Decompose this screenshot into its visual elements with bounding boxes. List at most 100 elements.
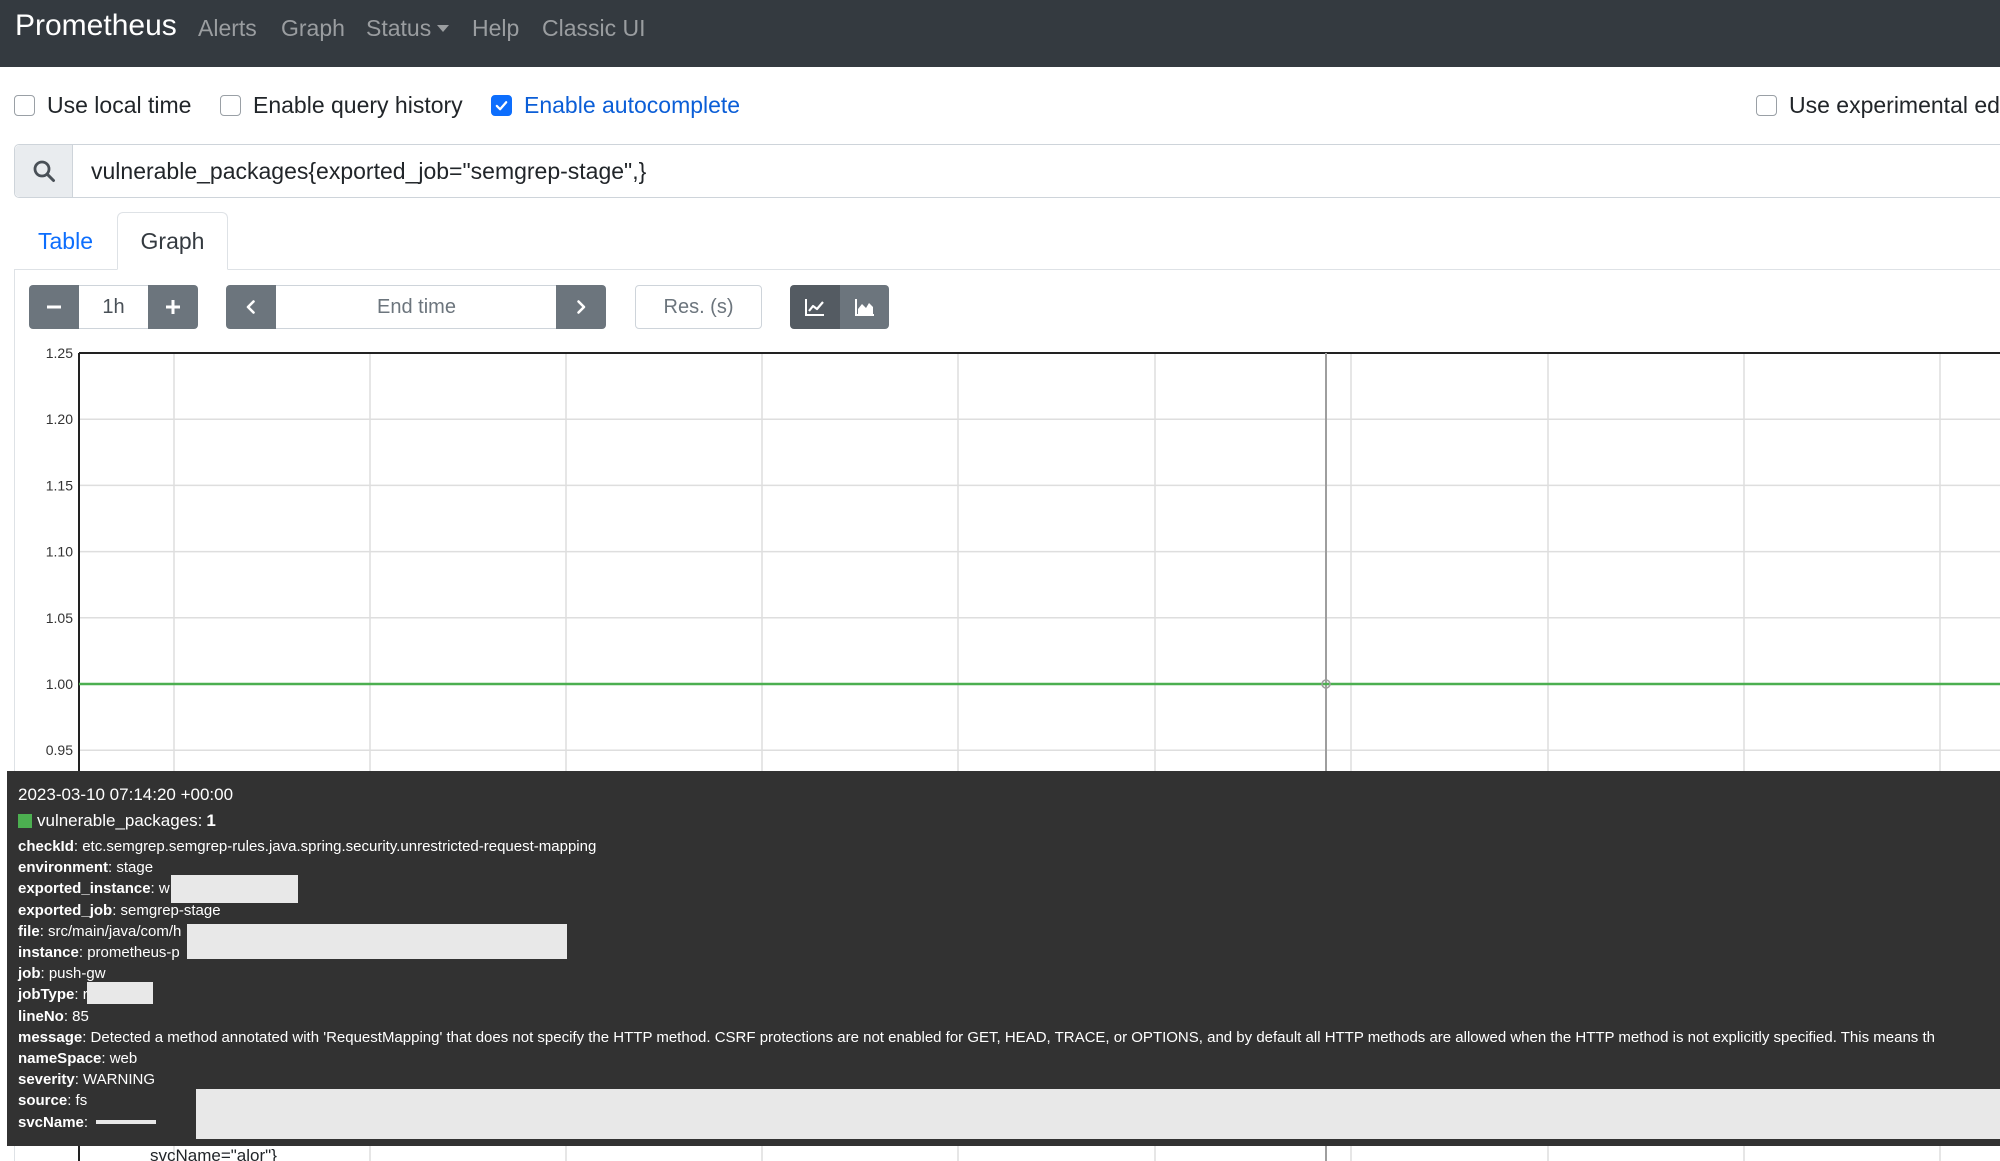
tooltip-label-key: exported_instance <box>18 880 151 898</box>
tooltip-label-value: : prometheus-p <box>78 944 180 961</box>
tooltip-label-svcname: svcName: <box>18 1113 88 1132</box>
redacted-block <box>87 982 153 1004</box>
option-use-local-time[interactable]: Use local time <box>14 90 191 120</box>
tooltip-label-value: : WARNING <box>74 1071 155 1089</box>
y-tick-label: 1.10 <box>46 544 73 560</box>
chevron-down-icon <box>437 25 450 32</box>
search-icon-addon <box>15 145 73 197</box>
chevron-right-icon <box>577 300 586 314</box>
tooltip-label-value: : etc.semgrep.semgrep-rules.java.spring.… <box>73 838 597 855</box>
tooltip-label-exported_job: exported_job: semgrep-stage <box>18 901 221 920</box>
resolution-input[interactable]: Res. (s) <box>635 285 762 329</box>
redacted-block <box>196 1089 2000 1139</box>
top-navbar: Prometheus Alerts Graph Status Help Clas… <box>0 0 2000 67</box>
tooltip-label-key: severity <box>18 1071 75 1089</box>
tooltip-label-severity: severity: WARNING <box>18 1070 155 1089</box>
tooltip-label-file: file: src/main/java/com/h <box>18 922 181 941</box>
tooltip-label-environment: environment: stage <box>18 858 153 877</box>
search-icon <box>33 160 55 182</box>
option-label: Use local time <box>47 91 192 118</box>
tab-graph[interactable]: Graph <box>117 212 228 270</box>
tooltip-label-key: checkId <box>18 838 74 855</box>
chevron-left-icon <box>246 300 255 314</box>
series-layer <box>79 679 2000 689</box>
tooltip-label-key: environment <box>18 859 109 877</box>
area-chart-icon <box>854 299 874 316</box>
nav-help[interactable]: Help <box>472 13 519 43</box>
tooltip-label-key: message <box>18 1028 83 1046</box>
tab-table[interactable]: Table <box>14 212 117 270</box>
redacted-block <box>96 1120 156 1124</box>
tooltip-label-key: file <box>18 922 40 940</box>
tooltip-label-key: nameSpace <box>18 1050 102 1067</box>
nav-alerts[interactable]: Alerts <box>198 13 257 43</box>
lines-mode-button[interactable] <box>790 285 840 329</box>
redacted-block <box>171 875 298 903</box>
tooltip-label-value: : Detected a method annotated with 'Requ… <box>82 1028 1935 1046</box>
tooltip-label-source: source: fs <box>18 1091 87 1110</box>
range-input[interactable]: 1h <box>79 285 148 329</box>
tabs-divider <box>14 269 2000 270</box>
end-time-forward-button[interactable] <box>556 285 606 329</box>
tooltip-label-value: : src/main/java/com/h <box>39 922 182 940</box>
tooltip-label-value: : w <box>150 880 170 898</box>
option-enable-query-history[interactable]: Enable query history <box>220 90 463 120</box>
legend-svcname: svcName="alor"} <box>150 1146 277 1161</box>
decrease-range-button[interactable] <box>29 285 79 329</box>
stacked-mode-button[interactable] <box>840 285 889 329</box>
graph-tooltip: 2023-03-10 07:14:20 +00:00 vulnerable_pa… <box>7 771 2000 1146</box>
redacted-block <box>187 924 567 959</box>
checkbox[interactable] <box>1756 94 1777 116</box>
tooltip-label-key: svcName <box>18 1113 84 1131</box>
tooltip-label-value: : fs <box>67 1092 88 1110</box>
option-label: Enable query history <box>253 91 463 118</box>
nav-status-dropdown[interactable]: Status <box>366 13 450 43</box>
plus-icon <box>166 300 180 314</box>
checkbox-checked[interactable] <box>491 94 512 116</box>
tooltip-series: vulnerable_packages: 1 <box>18 811 216 831</box>
tooltip-label-namespace: nameSpace: web <box>18 1049 137 1068</box>
y-tick-label: 1.05 <box>46 610 73 626</box>
tooltip-label-value: : <box>83 1113 89 1131</box>
checkbox[interactable] <box>220 94 241 116</box>
tooltip-label-key: job <box>18 965 41 983</box>
y-tick-label: 1.15 <box>46 477 73 493</box>
y-tick-label: 1.00 <box>46 676 73 692</box>
tooltip-label-checkid: checkId: etc.semgrep.semgrep-rules.java.… <box>18 837 596 856</box>
tooltip-series-value: 1 <box>206 811 216 830</box>
tooltip-label-value: : web <box>101 1050 138 1067</box>
check-icon <box>495 100 508 110</box>
expression-input[interactable]: vulnerable_packages{exported_job="semgre… <box>91 157 646 185</box>
option-label: Enable autocomplete <box>524 91 741 118</box>
tooltip-label-value: : 85 <box>63 1007 89 1025</box>
line-chart-icon <box>805 299 824 316</box>
option-enable-autocomplete[interactable]: Enable autocomplete <box>491 90 740 120</box>
tooltip-series-name: vulnerable_packages: <box>37 811 203 830</box>
tooltip-label-jobtype: jobType: rd <box>18 985 96 1004</box>
checkbox[interactable] <box>14 94 35 116</box>
brand-logo[interactable]: Prometheus <box>15 8 177 44</box>
tooltip-label-value: : push-gw <box>40 965 106 983</box>
nav-graph[interactable]: Graph <box>281 13 345 43</box>
end-time-back-button[interactable] <box>226 285 276 329</box>
option-use-experimental-editor[interactable]: Use experimental ed <box>1756 90 2000 120</box>
y-tick-label: 1.25 <box>46 345 73 361</box>
tooltip-label-message: message: Detected a method annotated wit… <box>18 1028 1935 1047</box>
nav-classic-ui[interactable]: Classic UI <box>542 13 646 43</box>
expression-input-group: vulnerable_packages{exported_job="semgre… <box>14 144 2000 198</box>
tooltip-label-key: instance <box>18 944 79 961</box>
option-label: Use experimental ed <box>1789 91 2000 118</box>
tooltip-label-job: job: push-gw <box>18 964 106 983</box>
tooltip-label-key: lineNo <box>18 1007 64 1025</box>
tooltip-label-instance: instance: prometheus-p <box>18 943 180 962</box>
y-axis-ticks: 1.25 1.20 1.15 1.10 1.05 1.00 0.95 <box>46 345 73 758</box>
tooltip-label-lineno: lineNo: 85 <box>18 1007 89 1026</box>
end-time-input[interactable]: End time <box>276 285 557 329</box>
series-color-swatch <box>18 814 32 828</box>
tooltip-label-key: exported_job <box>18 901 113 919</box>
increase-range-button[interactable] <box>148 285 198 329</box>
tooltip-label-key: jobType <box>18 986 75 1004</box>
tooltip-label-value: : semgrep-stage <box>112 901 221 919</box>
tooltip-timestamp: 2023-03-10 07:14:20 +00:00 <box>18 785 234 804</box>
tooltip-label-exported_instance: exported_instance: w <box>18 879 170 898</box>
